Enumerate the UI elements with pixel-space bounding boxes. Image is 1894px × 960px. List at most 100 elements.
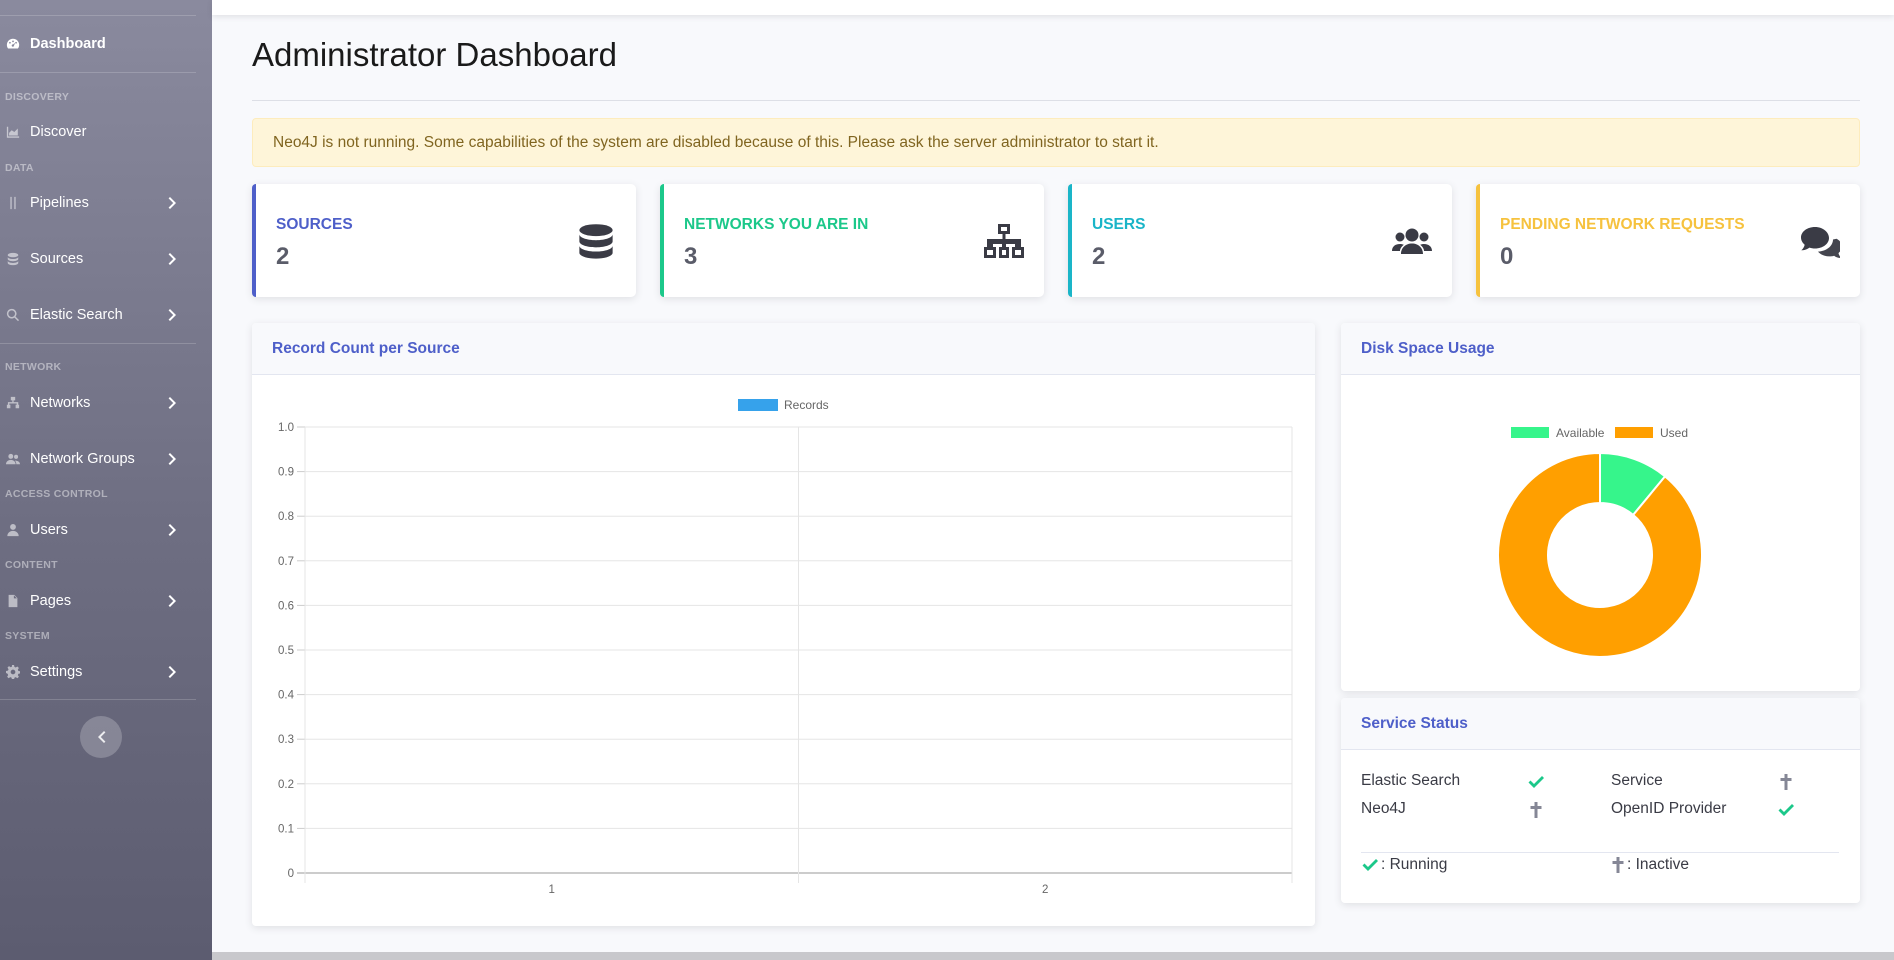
legend-running: : Running [1381, 856, 1448, 873]
card-title: Record Count per Source [272, 339, 460, 357]
chart-area-icon [6, 125, 20, 139]
service-divider [1361, 852, 1839, 853]
stat-card-pending-requests: PENDING NETWORK REQUESTS 0 [1476, 184, 1860, 297]
chevron-right-icon [166, 396, 180, 410]
gear-icon [6, 665, 20, 679]
sidebar-heading-network: NETWORK [5, 361, 62, 373]
user-icon [6, 523, 20, 537]
sidebar-item-network-groups[interactable]: Network Groups [0, 439, 196, 479]
y-tick-label: 0.5 [278, 645, 294, 657]
legend-swatch-available [1511, 427, 1549, 438]
stat-accent-bar [252, 184, 256, 297]
users-icon [1390, 222, 1434, 262]
y-tick-label: 0.2 [278, 779, 294, 791]
users-icon [6, 452, 20, 466]
sidebar-item-label: Pages [30, 593, 72, 609]
card-title: Service Status [1361, 714, 1468, 732]
y-tick-label: 0.7 [278, 556, 294, 568]
legend-label-available: Available [1556, 426, 1605, 440]
stat-value: 0 [1500, 243, 1514, 270]
y-tick-label: 0.6 [278, 600, 294, 612]
y-tick-label: 0.9 [278, 467, 294, 479]
sidebar-item-label: Networks [30, 395, 91, 411]
service-status-card: Service Status Elastic Search Service Ne… [1341, 698, 1860, 903]
comments-icon [1798, 222, 1842, 262]
stat-card-networks: NETWORKS YOU ARE IN 3 [660, 184, 1044, 297]
check-icon [1361, 857, 1379, 873]
topbar [212, 0, 1894, 15]
warning-alert: Neo4J is not running. Some capabilities … [252, 118, 1860, 167]
sidebar-item-settings[interactable]: Settings [0, 652, 196, 692]
sidebar-divider [0, 343, 196, 344]
chart-legend: Records [738, 398, 829, 412]
chevron-right-icon [166, 452, 180, 466]
sidebar-toggle-button[interactable] [80, 716, 122, 758]
check-icon [1527, 774, 1545, 790]
file-icon [6, 594, 20, 608]
service-name: Elastic Search [1361, 772, 1461, 789]
sidebar-item-discover[interactable]: Discover [0, 112, 196, 152]
title-divider [252, 100, 1860, 101]
sidebar-item-label: Network Groups [30, 451, 135, 467]
card-header: Service Status [1341, 698, 1860, 750]
record-count-chart: Records 0 0.1 0.2 0.3 0.4 0.5 0.6 0.7 0.8 0.9 1.0 1 2 [278, 398, 1293, 896]
sidebar-item-networks[interactable]: Networks [0, 383, 196, 423]
dashboard-icon [6, 37, 20, 51]
slice-used [1497, 451, 1703, 658]
y-tick-label: 0.8 [278, 511, 294, 523]
legend-swatch-records [738, 399, 778, 411]
service-name: Neo4J [1361, 800, 1406, 817]
card-header: Disk Space Usage [1341, 323, 1860, 375]
sidebar-item-label: Dashboard [30, 36, 106, 52]
sidebar-divider [0, 72, 196, 73]
network-icon [6, 396, 20, 410]
service-name: Service [1611, 772, 1663, 789]
stat-label: PENDING NETWORK REQUESTS [1500, 216, 1745, 233]
check-icon [1777, 802, 1795, 818]
page-title: Administrator Dashboard [252, 36, 617, 73]
stat-value: 2 [276, 243, 290, 270]
y-tick-label: 0 [288, 868, 294, 880]
cross-icon [1527, 802, 1545, 818]
legend-label-records: Records [784, 398, 829, 412]
y-tick-label: 1.0 [278, 422, 294, 434]
chevron-right-icon [166, 252, 180, 266]
sidebar-item-users[interactable]: Users [0, 510, 196, 550]
stat-label: USERS [1092, 216, 1146, 233]
record-count-card: Record Count per Source Records 0 0.1 0.2 0.… [252, 323, 1315, 926]
service-name: OpenID Provider [1611, 800, 1727, 817]
search-icon [6, 308, 20, 322]
sidebar-item-label: Settings [30, 664, 83, 680]
sidebar: Dashboard DISCOVERY Discover DATA Pipeli… [0, 0, 212, 960]
chevron-left-icon [98, 731, 106, 743]
sidebar-item-pages[interactable]: Pages [0, 581, 196, 621]
sidebar-item-dashboard[interactable]: Dashboard [0, 24, 196, 64]
legend-inactive: : Inactive [1627, 856, 1690, 873]
stat-value: 2 [1092, 243, 1106, 270]
chevron-right-icon [166, 523, 180, 537]
pipeline-icon [6, 196, 20, 210]
sidebar-item-sources[interactable]: Sources [0, 239, 196, 279]
stat-card-users: USERS 2 [1068, 184, 1452, 297]
y-tick-label: 0.4 [278, 690, 295, 702]
sidebar-item-label: Elastic Search [30, 307, 123, 323]
chevron-right-icon [166, 308, 180, 322]
sidebar-divider [0, 15, 196, 16]
sidebar-item-elastic-search[interactable]: Elastic Search [0, 295, 196, 335]
x-tick-label: 1 [549, 884, 555, 896]
x-tick-label: 2 [1042, 884, 1048, 896]
stat-value: 3 [684, 243, 698, 270]
bottom-scrollbar [212, 952, 1894, 960]
stat-card-sources: SOURCES 2 [252, 184, 636, 297]
stat-accent-bar [1476, 184, 1480, 297]
sidebar-divider [0, 699, 196, 700]
y-tick-label: 0.3 [278, 734, 294, 746]
sidebar-item-label: Discover [30, 124, 87, 140]
stat-label: SOURCES [276, 216, 353, 233]
card-header: Record Count per Source [252, 323, 1315, 375]
sidebar-heading-data: DATA [5, 162, 34, 174]
stat-accent-bar [1068, 184, 1072, 297]
legend-swatch-used [1615, 427, 1653, 438]
sidebar-item-label: Pipelines [30, 195, 89, 211]
sidebar-item-pipelines[interactable]: Pipelines [0, 183, 196, 223]
